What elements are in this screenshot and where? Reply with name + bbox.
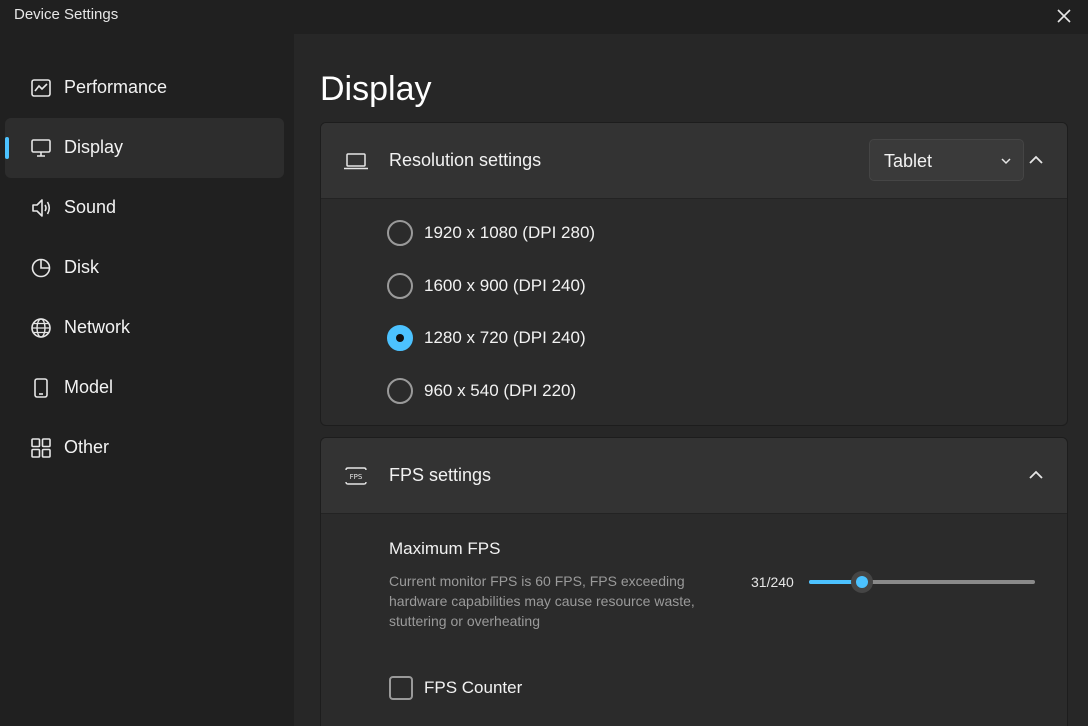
sidebar-item-model[interactable]: Model: [5, 358, 284, 418]
radio-label: 1280 x 720 (DPI 240): [424, 328, 586, 347]
resolution-card-header[interactable]: Resolution settings Tablet: [321, 123, 1067, 199]
radio-button[interactable]: [387, 378, 413, 404]
sidebar-item-label: Network: [64, 317, 131, 337]
radio-button[interactable]: [387, 220, 413, 246]
resolution-settings-label: Resolution settings: [389, 150, 542, 170]
sidebar-item-performance[interactable]: Performance: [5, 58, 284, 118]
checkbox-label: FPS Counter: [424, 678, 523, 697]
resolution-card: Resolution settings Tablet 1920 x 1080 (…: [320, 122, 1068, 426]
globe-icon: [30, 317, 52, 339]
sidebar-item-label: Disk: [64, 257, 99, 277]
device-type-dropdown[interactable]: Tablet: [869, 139, 1024, 181]
monitor-icon: [30, 137, 52, 159]
sidebar-item-sound[interactable]: Sound: [5, 178, 284, 238]
fps-counter-checkbox[interactable]: [389, 676, 413, 700]
radio-label: 1600 x 900 (DPI 240): [424, 276, 586, 295]
fps-slider-value: 31/240: [751, 574, 794, 590]
page-title: Display: [320, 70, 432, 108]
sidebar-item-label: Display: [64, 137, 124, 157]
sidebar-item-display[interactable]: Display: [5, 118, 284, 178]
fps-description: Current monitor FPS is 60 FPS, FPS excee…: [389, 573, 695, 629]
chevron-down-icon: [999, 154, 1013, 168]
laptop-icon: [343, 149, 369, 173]
svg-text:FPS: FPS: [350, 473, 363, 481]
fps-card-header[interactable]: FPS FPS settings: [321, 438, 1067, 514]
fps-card: FPS FPS settings Maximum FPS Current mon…: [320, 437, 1068, 726]
radio-label: 1920 x 1080 (DPI 280): [424, 223, 596, 242]
collapse-chevron-up-icon[interactable]: [1027, 466, 1045, 484]
grid-icon: [30, 437, 52, 459]
performance-chart-icon: [30, 77, 52, 99]
radio-button[interactable]: [387, 273, 413, 299]
sidebar-item-disk[interactable]: Disk: [5, 238, 284, 298]
active-indicator: [5, 137, 9, 159]
main-content: Display Resolution settings Tablet 1920 …: [294, 34, 1088, 726]
fps-slider[interactable]: [809, 562, 1035, 602]
speaker-icon: [30, 197, 52, 219]
close-icon[interactable]: [1054, 6, 1074, 26]
radio-label: 960 x 540 (DPI 220): [424, 381, 577, 400]
pie-chart-icon: [30, 257, 52, 279]
sidebar: Performance Display Sound Disk Network M…: [0, 34, 294, 726]
fps-settings-label: FPS settings: [389, 465, 492, 485]
sidebar-item-label: Other: [64, 437, 110, 457]
maximum-fps-label: Maximum FPS: [389, 539, 501, 558]
sidebar-item-other[interactable]: Other: [5, 418, 284, 478]
title-bar: Device Settings: [0, 0, 1088, 34]
fps-icon: FPS: [343, 464, 369, 488]
radio-button-selected[interactable]: [387, 325, 413, 351]
window-title: Device Settings: [14, 6, 119, 23]
sidebar-item-label: Model: [64, 377, 114, 397]
slider-thumb[interactable]: [851, 571, 874, 593]
sidebar-item-label: Sound: [64, 197, 117, 217]
sidebar-item-network[interactable]: Network: [5, 298, 284, 358]
collapse-chevron-up-icon[interactable]: [1027, 151, 1045, 169]
sidebar-item-label: Performance: [64, 77, 168, 97]
dropdown-value: Tablet: [884, 151, 933, 171]
phone-icon: [30, 377, 52, 399]
